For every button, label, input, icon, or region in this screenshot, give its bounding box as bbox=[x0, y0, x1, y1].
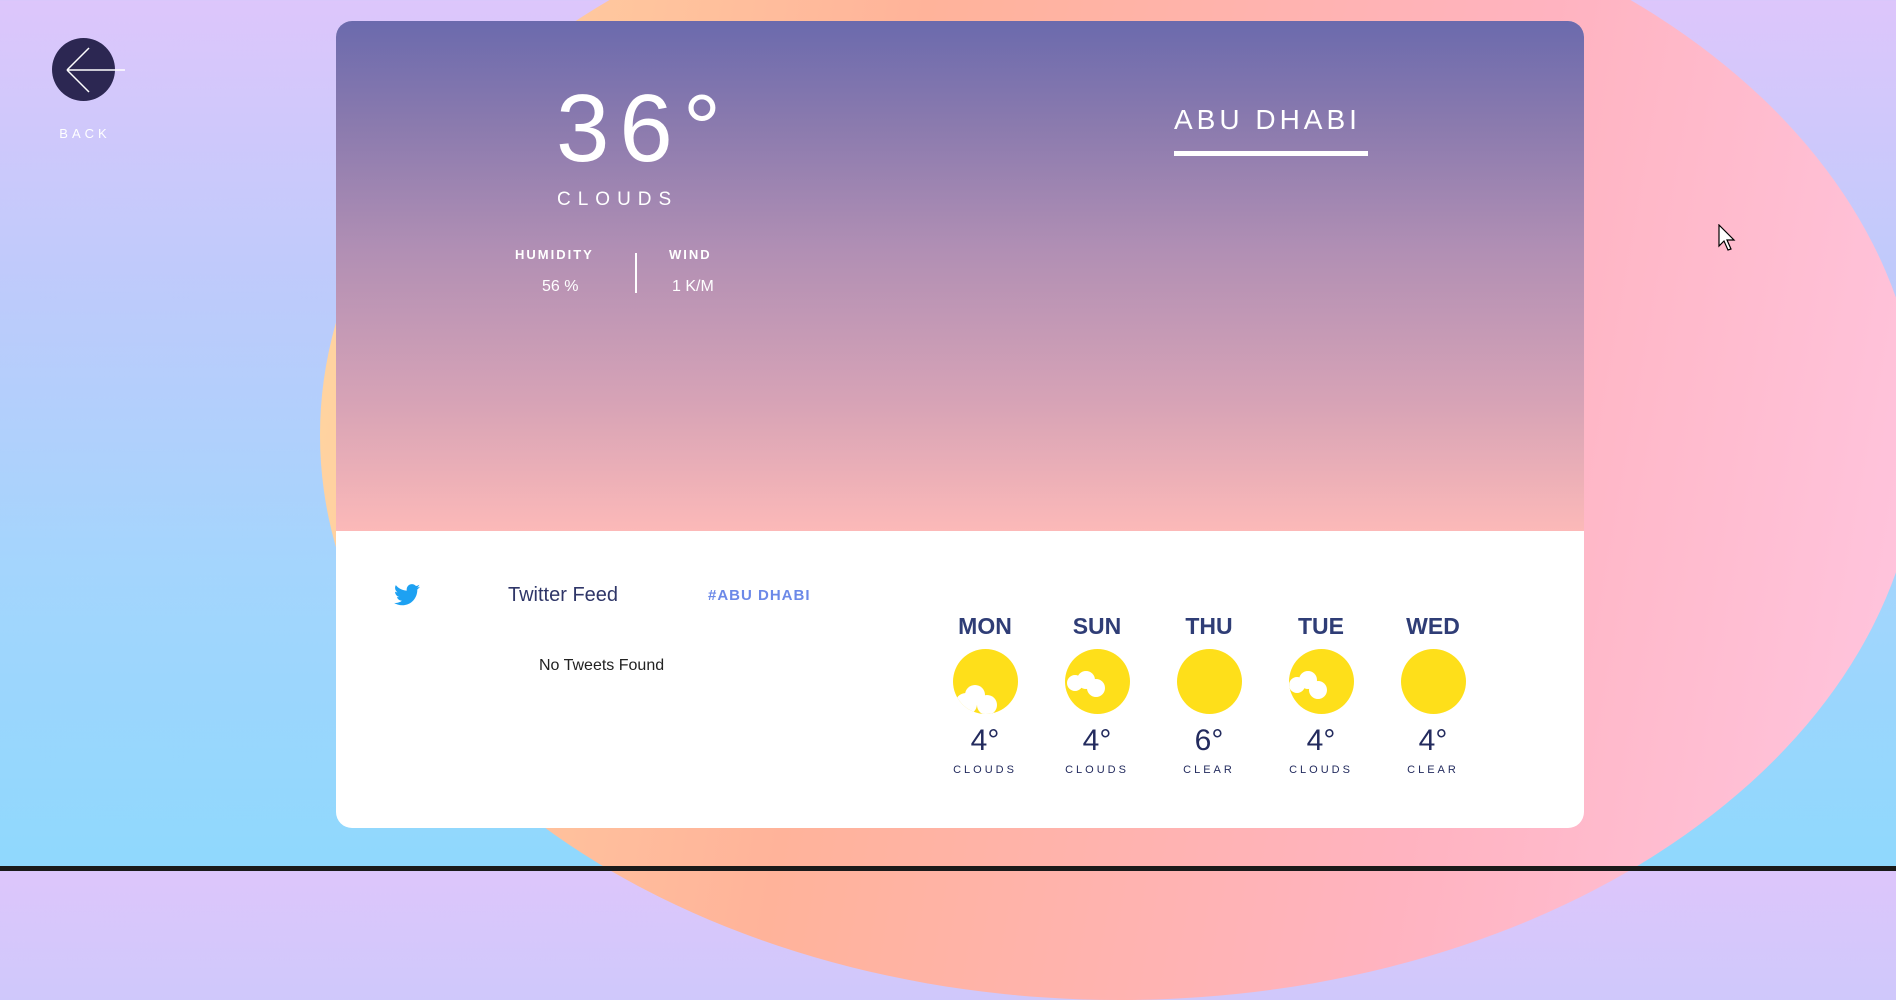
no-tweets-message: No Tweets Found bbox=[539, 657, 665, 674]
mouse-pointer-icon bbox=[1718, 224, 1736, 251]
twitter-feed-title: Twitter Feed bbox=[508, 584, 619, 606]
forecast-temperature: 4° bbox=[1082, 724, 1112, 757]
twitter-bird-icon[interactable] bbox=[394, 584, 420, 606]
current-temperature: 36° bbox=[556, 75, 732, 182]
humidity-value: 56 % bbox=[542, 278, 579, 295]
forecast-day: MON 4° CLOUDS bbox=[935, 613, 1035, 776]
forecast-day-name: MON bbox=[958, 613, 1012, 639]
forecast-day: TUE 4° CLOUDS bbox=[1271, 613, 1371, 776]
sun-cloud-icon bbox=[1288, 649, 1354, 714]
sun-cloud-icon bbox=[952, 649, 1018, 714]
forecast-day: THU 6° CLEAR bbox=[1159, 613, 1259, 776]
wind-value: 1 K/M bbox=[672, 278, 714, 295]
back-button[interactable] bbox=[52, 38, 125, 101]
taskbar-strip bbox=[0, 866, 1896, 871]
forecast-condition: CLOUDS bbox=[1289, 764, 1353, 776]
forecast-temperature: 4° bbox=[1418, 724, 1448, 757]
forecast-day-name: TUE bbox=[1298, 613, 1344, 639]
sun-icon bbox=[1176, 649, 1242, 714]
forecast-condition: CLOUDS bbox=[953, 764, 1017, 776]
forecast-condition: CLEAR bbox=[1407, 764, 1459, 776]
back-label[interactable]: BACK bbox=[52, 126, 118, 141]
city-underline bbox=[1174, 151, 1368, 156]
city-name[interactable]: ABU DHABI bbox=[1174, 104, 1361, 136]
forecast-day-name: SUN bbox=[1072, 613, 1122, 639]
humidity-label: HUMIDITY bbox=[515, 247, 594, 262]
forecast-day: WED 4° CLEAR bbox=[1383, 613, 1483, 776]
current-weather-panel: 36° CLOUDS HUMIDITY 56 % WIND 1 K/M ABU … bbox=[336, 21, 1584, 531]
weather-card: 36° CLOUDS HUMIDITY 56 % WIND 1 K/M ABU … bbox=[336, 21, 1584, 828]
forecast-temperature: 6° bbox=[1194, 724, 1224, 757]
forecast-temperature: 4° bbox=[1306, 724, 1336, 757]
forecast-day-name: THU bbox=[1185, 613, 1233, 639]
arrow-left-icon bbox=[66, 47, 125, 93]
stat-divider bbox=[635, 253, 637, 293]
forecast-day: SUN 4° CLOUDS bbox=[1047, 613, 1147, 776]
forecast-condition: CLEAR bbox=[1183, 764, 1235, 776]
sun-cloud-icon bbox=[1064, 649, 1130, 714]
hashtag-link[interactable]: #ABU DHABI bbox=[708, 587, 811, 604]
forecast-day-name: WED bbox=[1406, 613, 1460, 639]
forecast-temperature: 4° bbox=[970, 724, 1000, 757]
forecast-condition: CLOUDS bbox=[1065, 764, 1129, 776]
wind-label: WIND bbox=[669, 247, 712, 262]
current-condition: CLOUDS bbox=[557, 189, 679, 210]
sun-icon bbox=[1400, 649, 1466, 714]
